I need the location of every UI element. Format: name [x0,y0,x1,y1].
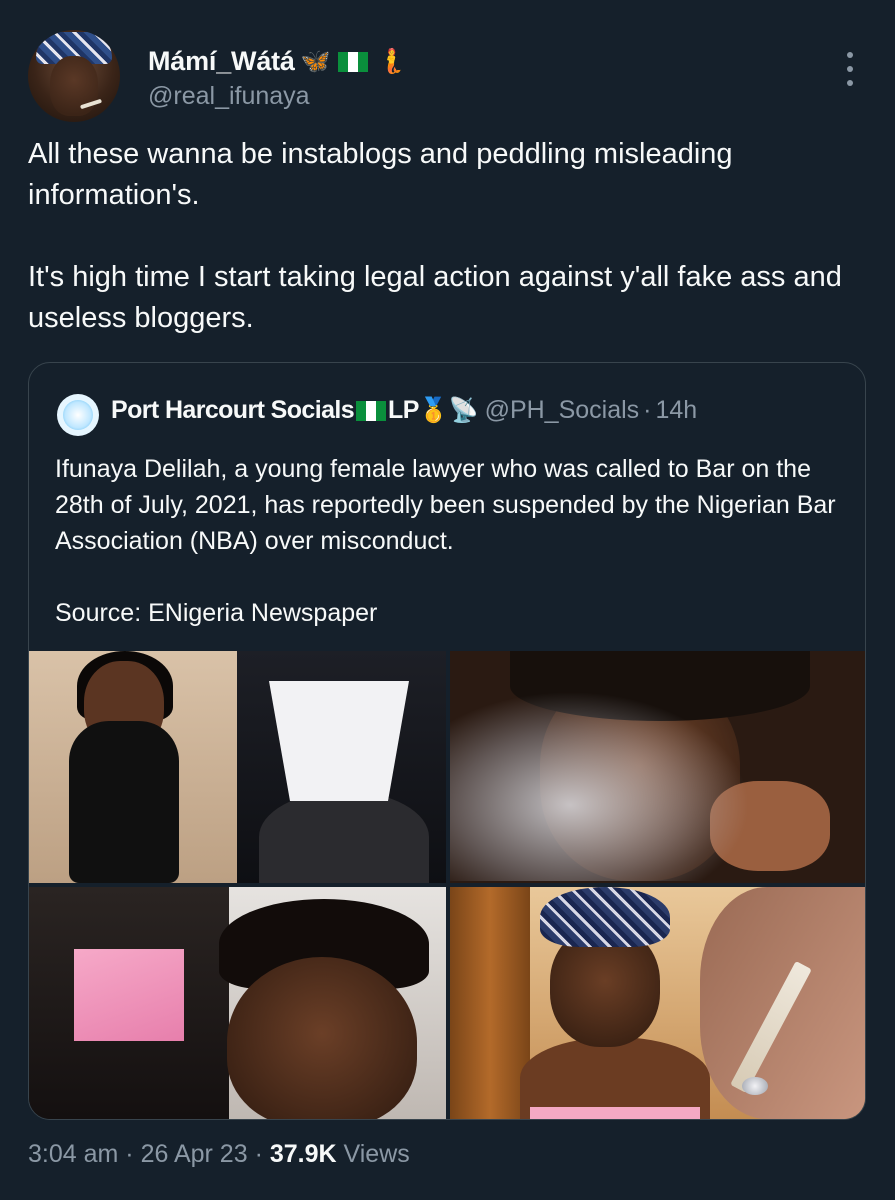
quoted-tweet[interactable]: Port Harcourt Socials LP 🥇 📡 @PH_Socials… [28,362,866,1120]
quoted-tweet-text: Ifunaya Delilah, a young female lawyer w… [55,455,836,627]
media-grid [29,651,865,1119]
tweet-metadata: 3:04 am · 26 Apr 23 · 37.9K Views [28,1140,410,1169]
author-display-name[interactable]: Mámí_Wátá 🦋 🧜 [148,46,406,77]
views-label: Views [343,1140,410,1168]
meta-separator: · [125,1140,134,1168]
more-options-icon[interactable] [840,52,860,86]
author-name-text: Mámí_Wátá [148,46,295,76]
tweet-date[interactable]: 26 Apr 23 [141,1140,248,1168]
media-photo-4[interactable] [450,887,865,1119]
butterfly-emoji: 🦋 [300,48,331,75]
quoted-author-avatar[interactable] [57,394,99,436]
medal-emoji: 🥇 [418,397,449,424]
nigeria-flag-icon [338,51,369,72]
nigeria-flag-icon [356,400,387,421]
satellite-dish-emoji: 📡 [448,397,479,424]
media-photo-1[interactable] [29,651,446,883]
tweet: Mámí_Wátá 🦋 🧜 @real_ifunaya All these wa… [0,0,895,1200]
quoted-separator: · [643,396,652,424]
author-avatar[interactable] [28,30,120,122]
quoted-tweet-header: Port Harcourt Socials LP 🥇 📡 @PH_Socials… [111,396,697,425]
media-photo-3[interactable] [29,887,446,1119]
views-count[interactable]: 37.9K [270,1140,337,1168]
meta-separator: · [254,1140,263,1168]
quoted-tweet-time[interactable]: 14h [656,396,698,425]
media-photo-2[interactable] [450,651,865,883]
quoted-author-name[interactable]: Port Harcourt Socials [111,396,355,425]
quoted-author-name-suffix: LP [388,396,419,424]
author-handle[interactable]: @real_ifunaya [148,82,310,111]
mermaid-emoji: 🧜 [376,48,407,75]
tweet-text: All these wanna be instablogs and peddli… [28,138,842,334]
quoted-author-handle[interactable]: @PH_Socials [485,396,640,425]
tweet-time[interactable]: 3:04 am [28,1140,118,1168]
